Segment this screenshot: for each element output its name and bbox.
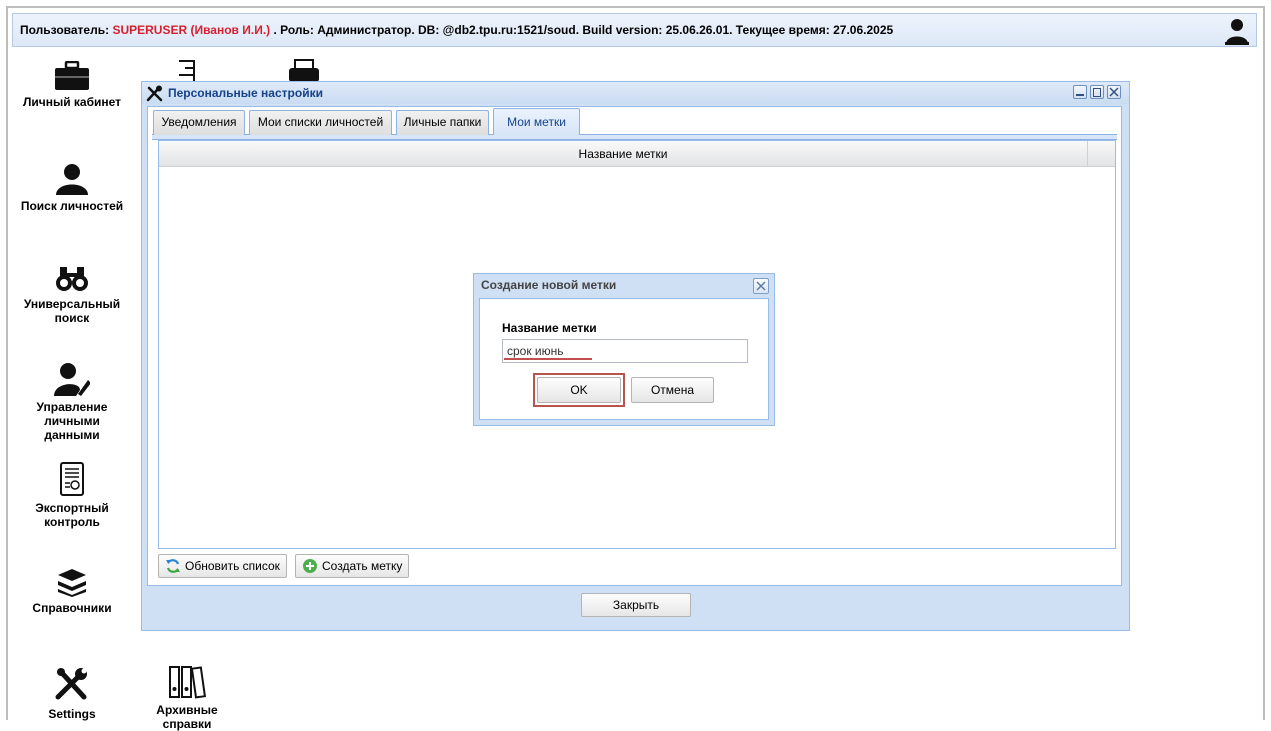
dialog-body: Название метки OK Отмена xyxy=(479,298,769,420)
sidebar-item-export-control[interactable]: Экспортный контроль xyxy=(17,461,127,529)
ok-button[interactable]: OK xyxy=(537,377,621,403)
user-prefix: Пользователь: xyxy=(20,23,113,37)
sidebar-item-references[interactable]: Справочники xyxy=(17,569,127,615)
certificate-icon xyxy=(60,462,84,496)
window-title: Персональные настройки xyxy=(168,86,323,100)
sidebar-item-label: Архивные справки xyxy=(156,703,218,731)
dialog-title: Создание новой метки xyxy=(481,278,617,292)
archive-binders-icon xyxy=(169,666,206,699)
briefcase-icon xyxy=(55,61,89,90)
tools-icon xyxy=(55,668,87,700)
sidebar-item-archive[interactable]: Архивные справки xyxy=(132,665,242,731)
document-lines-icon[interactable] xyxy=(175,58,199,82)
tools-icon xyxy=(146,85,163,102)
dialog-close-icon[interactable] xyxy=(753,278,769,294)
tab-person-lists[interactable]: Мои списки личностей xyxy=(249,110,392,135)
close-window-button[interactable]: Закрыть xyxy=(581,593,691,617)
tab-notifications[interactable]: Уведомления xyxy=(153,110,245,135)
person-edit-icon xyxy=(54,363,90,396)
sidebar-item-label: Универсальный поиск xyxy=(23,297,121,325)
sidebar-item-label: Справочники xyxy=(32,601,112,615)
sidebar-item-label: Settings xyxy=(48,707,96,721)
tag-name-label: Название метки xyxy=(502,321,597,335)
user-name: SUPERUSER (Иванов И.И.) xyxy=(112,23,271,37)
close-icon[interactable] xyxy=(1107,85,1121,99)
refresh-icon xyxy=(166,559,180,573)
top-status-bar: Пользователь: SUPERUSER (Иванов И.И.) . … xyxy=(12,13,1257,47)
tab-personal-folders[interactable]: Личные папки xyxy=(396,110,489,135)
sidebar-item-settings[interactable]: Settings xyxy=(17,667,127,721)
sidebar-item-universal-search[interactable]: Универсальный поиск xyxy=(17,263,127,325)
user-avatar-icon[interactable] xyxy=(1224,17,1250,45)
spellcheck-underline xyxy=(504,358,592,360)
window-header[interactable]: Персональные настройки xyxy=(142,82,1129,104)
sidebar-item-personal-data[interactable]: Управление личными данными xyxy=(17,362,127,442)
create-tag-button[interactable]: Создать метку xyxy=(295,554,410,578)
refresh-list-label: Обновить список xyxy=(185,559,280,573)
column-header-filler xyxy=(1087,141,1115,167)
sidebar-item-cabinet[interactable]: Личный кабинет xyxy=(17,61,127,109)
add-icon xyxy=(303,559,317,573)
session-info: . Роль: Администратор. DB: @db2.tpu.ru:1… xyxy=(270,23,894,37)
books-icon xyxy=(58,569,86,597)
column-header-tag-name[interactable]: Название метки xyxy=(159,141,1087,167)
binoculars-icon xyxy=(56,267,88,291)
person-icon xyxy=(56,164,88,195)
create-tag-dialog: Создание новой метки Название метки OK О… xyxy=(473,273,775,426)
cancel-button[interactable]: Отмена xyxy=(631,377,714,403)
sidebar-item-person-search[interactable]: Поиск личностей xyxy=(17,163,127,213)
minimize-button[interactable] xyxy=(1073,85,1087,99)
printer-icon[interactable] xyxy=(287,58,321,82)
create-tag-label: Создать метку xyxy=(322,559,403,573)
sidebar-item-label: Личный кабинет xyxy=(22,95,122,109)
maximize-button[interactable] xyxy=(1090,85,1104,99)
refresh-list-button[interactable]: Обновить список xyxy=(158,554,287,578)
tab-my-tags[interactable]: Мои метки xyxy=(493,108,580,135)
sidebar-item-label: Поиск личностей xyxy=(20,199,124,213)
sidebar-item-label: Экспортный контроль xyxy=(35,501,109,529)
sidebar-item-label: Управление личными данными xyxy=(36,400,108,442)
